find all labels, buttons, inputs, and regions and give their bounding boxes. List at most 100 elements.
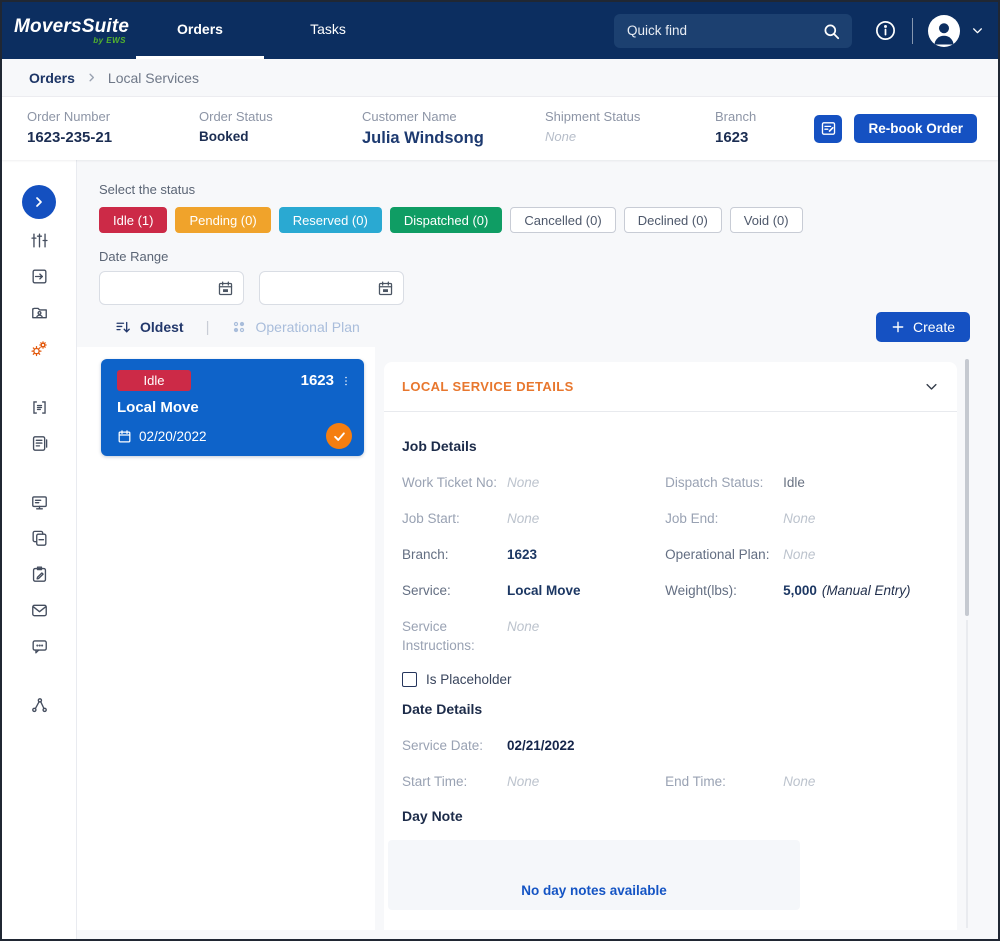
grid-dots-icon bbox=[231, 319, 247, 335]
weight-field: Weight(lbs): 5,000 (Manual Entry) bbox=[665, 581, 939, 600]
is-placeholder-label: Is Placeholder bbox=[426, 672, 512, 687]
breadcrumb-current: Local Services bbox=[107, 69, 199, 86]
customer-name-field: Customer Name Julia Windsong bbox=[362, 109, 545, 148]
operations-gears-icon[interactable] bbox=[29, 339, 49, 359]
vertical-scrollbar-thumb[interactable] bbox=[965, 359, 969, 616]
quick-find-input[interactable] bbox=[614, 13, 852, 48]
user-menu-chevron-icon[interactable] bbox=[971, 24, 984, 37]
day-note-title: Day Note bbox=[402, 808, 463, 824]
card-kebab-menu-icon[interactable] bbox=[340, 374, 352, 388]
info-icon[interactable] bbox=[874, 19, 897, 42]
service-instructions-value: None bbox=[507, 619, 540, 634]
status-pill-pending[interactable]: Pending (0) bbox=[175, 207, 271, 233]
start-time-label: Start Time: bbox=[402, 774, 468, 789]
card-branch-number: 1623 bbox=[300, 372, 334, 389]
local-service-details-panel: LOCAL SERVICE DETAILS Job Details Work T… bbox=[384, 362, 957, 930]
copy-documents-icon[interactable] bbox=[30, 529, 49, 549]
monitor-icon[interactable] bbox=[30, 493, 49, 513]
collapse-chevron-icon[interactable] bbox=[924, 379, 939, 394]
service-value: Local Move bbox=[507, 583, 581, 598]
vertical-scrollbar-track[interactable] bbox=[966, 620, 968, 928]
create-button[interactable]: Create bbox=[875, 312, 970, 342]
branch-value: 1623 bbox=[715, 129, 749, 146]
service-card[interactable]: Idle 1623 Local Move 02/20/2022 bbox=[101, 359, 364, 456]
branch-detail-field: Branch: 1623 bbox=[402, 545, 665, 564]
branch-field: Branch 1623 bbox=[715, 109, 756, 146]
integrations-share-icon[interactable] bbox=[30, 696, 49, 716]
field-row: Job Start: None Job End: None bbox=[402, 509, 939, 528]
work-ticket-value: None bbox=[507, 475, 540, 490]
logo-title: MoversSuite bbox=[14, 15, 130, 37]
operational-plan-toggle[interactable]: Operational Plan bbox=[231, 319, 360, 335]
dispatch-status-value: Idle bbox=[783, 475, 805, 490]
branch-detail-value: 1623 bbox=[507, 547, 538, 562]
field-row: Service Instructions: None bbox=[402, 617, 939, 655]
calendar-icon[interactable] bbox=[377, 280, 394, 297]
order-notes-button[interactable] bbox=[814, 114, 843, 143]
order-number-field: Order Number 1623-235-21 bbox=[27, 109, 199, 146]
details-body: Job Details Work Ticket No: None Dispatc… bbox=[384, 438, 957, 910]
filter-section: Select the status Idle (1) Pending (0) R… bbox=[77, 160, 998, 347]
start-date-field bbox=[99, 271, 244, 305]
status-pill-dispatched[interactable]: Dispatched (0) bbox=[389, 207, 503, 233]
tab-orders[interactable]: Orders bbox=[136, 2, 264, 59]
messages-icon[interactable] bbox=[30, 637, 49, 657]
order-status-field: Order Status Booked bbox=[199, 109, 362, 144]
customer-name-value: Julia Windsong bbox=[362, 129, 484, 147]
work-queue-icon[interactable] bbox=[30, 231, 49, 251]
date-details-title: Date Details bbox=[402, 701, 483, 717]
toolbar-divider: | bbox=[205, 318, 210, 336]
sort-oldest-button[interactable]: Oldest bbox=[115, 319, 184, 336]
start-time-field: Start Time: None bbox=[402, 772, 665, 791]
status-pill-cancelled[interactable]: Cancelled (0) bbox=[510, 207, 616, 233]
breadcrumb: Orders Local Services bbox=[2, 59, 998, 97]
sort-icon bbox=[115, 319, 132, 336]
order-entry-icon[interactable] bbox=[30, 267, 49, 287]
is-placeholder-checkbox-row[interactable]: Is Placeholder bbox=[402, 672, 939, 687]
shipment-status-value: None bbox=[545, 129, 577, 144]
card-selected-check-icon[interactable] bbox=[326, 423, 352, 449]
job-start-field: Job Start: None bbox=[402, 509, 665, 528]
tab-tasks[interactable]: Tasks bbox=[264, 2, 392, 59]
select-status-label: Select the status bbox=[99, 182, 196, 197]
field-row: Start Time: None End Time: None bbox=[402, 772, 939, 791]
forms-document-icon[interactable] bbox=[30, 434, 49, 454]
main-area: Select the status Idle (1) Pending (0) R… bbox=[2, 160, 998, 939]
top-navbar: MoversSuite by EWS Orders Tasks bbox=[2, 2, 998, 59]
weight-note: (Manual Entry) bbox=[821, 583, 911, 598]
calendar-icon[interactable] bbox=[217, 280, 234, 297]
weight-label: Weight(lbs): bbox=[665, 583, 737, 598]
service-card-list: Idle 1623 Local Move 02/20/2022 bbox=[77, 347, 375, 930]
notes-summary-icon[interactable] bbox=[30, 398, 49, 418]
user-avatar[interactable] bbox=[928, 14, 960, 47]
day-note-empty-text: No day notes available bbox=[521, 883, 667, 898]
status-pill-idle[interactable]: Idle (1) bbox=[99, 207, 168, 233]
breadcrumb-separator-icon bbox=[86, 72, 97, 83]
breadcrumb-orders[interactable]: Orders bbox=[29, 70, 75, 86]
job-details-title: Job Details bbox=[402, 438, 477, 454]
navbar-divider bbox=[912, 17, 913, 44]
clipboard-edit-icon[interactable] bbox=[30, 565, 49, 585]
rebook-order-button[interactable]: Re-book Order bbox=[854, 114, 977, 143]
service-instructions-label: Service Instructions: bbox=[402, 619, 475, 653]
date-details-rows: Service Date: 02/21/2022 Start Time: Non… bbox=[402, 736, 939, 791]
sidebar-expand-button[interactable] bbox=[22, 185, 56, 219]
day-note-empty-panel: No day notes available bbox=[388, 840, 800, 910]
status-pill-void[interactable]: Void (0) bbox=[729, 207, 803, 233]
is-placeholder-checkbox[interactable] bbox=[402, 672, 417, 687]
operational-plan-field: Operational Plan: None bbox=[665, 545, 939, 564]
end-time-label: End Time: bbox=[665, 774, 726, 789]
search-icon[interactable] bbox=[822, 22, 841, 41]
customer-folder-icon[interactable] bbox=[30, 303, 49, 323]
operational-plan-detail-label: Operational Plan: bbox=[665, 547, 770, 562]
work-ticket-field: Work Ticket No: None bbox=[402, 473, 665, 492]
details-header[interactable]: LOCAL SERVICE DETAILS bbox=[384, 362, 957, 412]
job-end-value: None bbox=[783, 511, 816, 526]
start-time-value: None bbox=[507, 774, 540, 789]
calendar-icon bbox=[117, 429, 132, 444]
status-pill-declined[interactable]: Declined (0) bbox=[623, 207, 722, 233]
status-pill-reserved[interactable]: Reserved (0) bbox=[278, 207, 382, 233]
mail-icon[interactable] bbox=[30, 601, 49, 621]
service-label: Service: bbox=[402, 583, 451, 598]
shipment-status-label: Shipment Status bbox=[545, 109, 641, 124]
